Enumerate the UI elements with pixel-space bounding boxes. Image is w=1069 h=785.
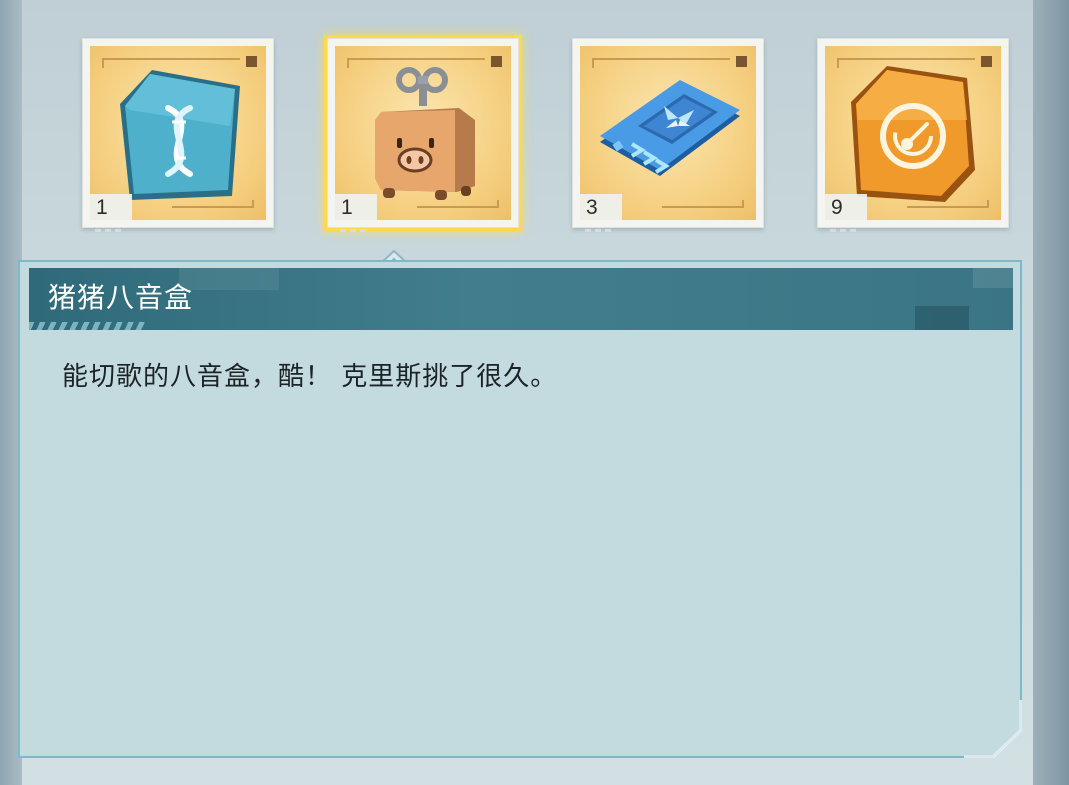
- item-name: 猪猪八音盒: [48, 281, 194, 314]
- panel-frame: [18, 260, 1022, 758]
- inventory-slot-4[interactable]: 9: [817, 38, 1009, 232]
- item-detail-panel: 猪猪八音盒 能切歌的八音盒，酷！ 克里斯挑了很久。: [18, 260, 1022, 758]
- game-screen: 1 1 3 9 猪猪八音盒 能切歌的八音盒，酷！ 克里斯挑了很久。: [0, 0, 1069, 785]
- item-count: 1: [90, 194, 132, 220]
- inventory-slot-3[interactable]: 3: [572, 38, 764, 232]
- item-count: 1: [335, 194, 377, 220]
- inventory-slot-1[interactable]: 1: [82, 38, 274, 232]
- inventory-slot-2[interactable]: 1: [327, 38, 519, 232]
- right-edge: [1033, 0, 1069, 785]
- item-description: 能切歌的八音盒，酷！ 克里斯挑了很久。: [62, 362, 558, 392]
- item-count: 3: [580, 194, 622, 220]
- item-count: 9: [825, 194, 867, 220]
- item-name-header: 猪猪八音盒: [29, 268, 1013, 330]
